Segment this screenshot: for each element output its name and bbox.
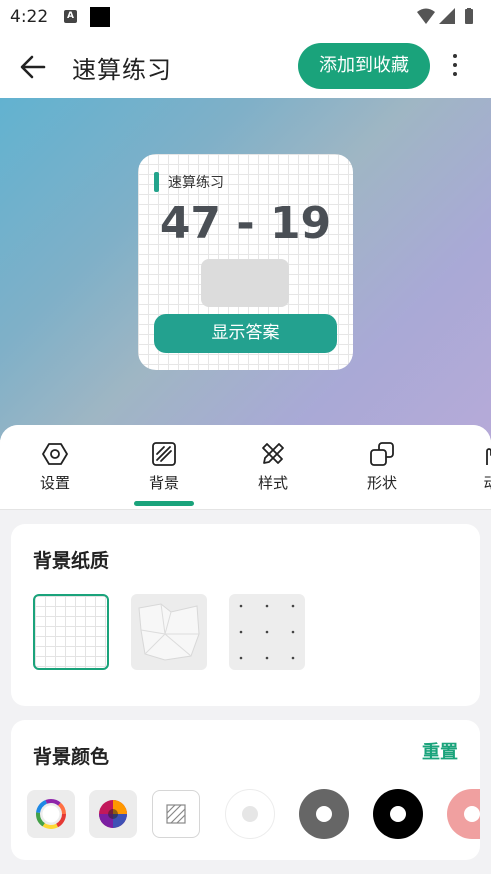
pink-color-swatch[interactable] <box>447 789 480 839</box>
hexagon-settings-icon <box>42 443 68 465</box>
color-wheel-swatch[interactable] <box>27 790 75 838</box>
swatch-center-dot <box>316 806 332 822</box>
texture-card: 背景纸质 <box>11 524 480 706</box>
status-icons <box>417 8 479 30</box>
reset-color-button[interactable]: 重置 <box>422 738 458 764</box>
tab-label: 形状 <box>366 474 397 492</box>
arrow-left-icon <box>20 55 46 79</box>
swatch-center-dot <box>390 806 406 822</box>
tab-settings[interactable]: 设置 <box>10 441 100 507</box>
tab-animation[interactable]: 动 <box>446 441 491 507</box>
widget-accent-bar <box>154 172 159 192</box>
add-to-favorites-button[interactable]: 添加到收藏 <box>298 43 430 89</box>
white-color-swatch[interactable] <box>225 789 275 839</box>
active-tab-indicator <box>134 501 194 506</box>
app-bar: 速算练习 添加到收藏 <box>0 34 491 98</box>
texture-card-title: 背景纸质 <box>33 550 110 572</box>
pencil-ruler-icon <box>262 443 284 464</box>
customize-sheet: 设置 背景 样式 形状 动 背景纸质 背景颜色 重置 <box>0 425 491 874</box>
signal-icon <box>439 8 455 24</box>
crumpled-paper-icon <box>138 603 200 661</box>
texture-dots-option[interactable] <box>229 594 305 670</box>
swatch-center-dot <box>464 806 480 822</box>
back-button[interactable] <box>18 52 48 82</box>
quick-math-widget: 速算练习 47 - 19 显示答案 <box>138 154 353 370</box>
color-palette-swatch[interactable] <box>89 790 137 838</box>
widget-preview: 速算练习 47 - 19 显示答案 <box>0 98 491 440</box>
more-dot-icon <box>453 54 457 58</box>
tab-style[interactable]: 样式 <box>228 441 318 507</box>
color-card: 背景颜色 重置 <box>11 720 480 860</box>
dot-grid-icon <box>239 604 295 660</box>
answer-placeholder <box>201 259 289 307</box>
black-color-swatch[interactable] <box>373 789 423 839</box>
status-time: 4:22 <box>10 7 49 27</box>
hatched-square-icon <box>152 442 176 466</box>
page-title: 速算练习 <box>72 56 172 84</box>
swatch-center-dot <box>242 806 258 822</box>
texture-paper-option[interactable] <box>131 594 207 670</box>
tab-label: 设置 <box>39 474 70 492</box>
tab-bar: 设置 背景 样式 形状 动 <box>0 425 491 510</box>
texture-grid-option[interactable] <box>33 594 109 670</box>
tab-shape[interactable]: 形状 <box>337 441 427 507</box>
show-answer-button[interactable]: 显示答案 <box>154 314 337 353</box>
color-palette-icon <box>99 800 127 828</box>
wifi-icon <box>417 8 435 24</box>
hand-icon <box>486 448 491 465</box>
tab-label: 背景 <box>148 474 179 492</box>
notification-a-icon: A <box>64 10 77 23</box>
more-options-button[interactable] <box>444 50 466 82</box>
status-bar: 4:22 A <box>0 0 491 34</box>
math-expression: 47 - 19 <box>159 198 332 249</box>
tab-label: 动 <box>483 474 491 492</box>
widget-title: 速算练习 <box>168 175 224 191</box>
battery-icon <box>465 8 473 24</box>
notification-square-icon <box>90 7 110 27</box>
color-wheel-icon <box>36 799 66 829</box>
transparent-hatch-icon <box>166 804 186 824</box>
transparent-color-swatch[interactable] <box>152 790 200 838</box>
gray-color-swatch[interactable] <box>299 789 349 839</box>
tab-label: 样式 <box>257 474 288 492</box>
tab-background[interactable]: 背景 <box>119 441 209 507</box>
color-card-title: 背景颜色 <box>33 746 110 768</box>
shapes-icon <box>370 442 394 466</box>
